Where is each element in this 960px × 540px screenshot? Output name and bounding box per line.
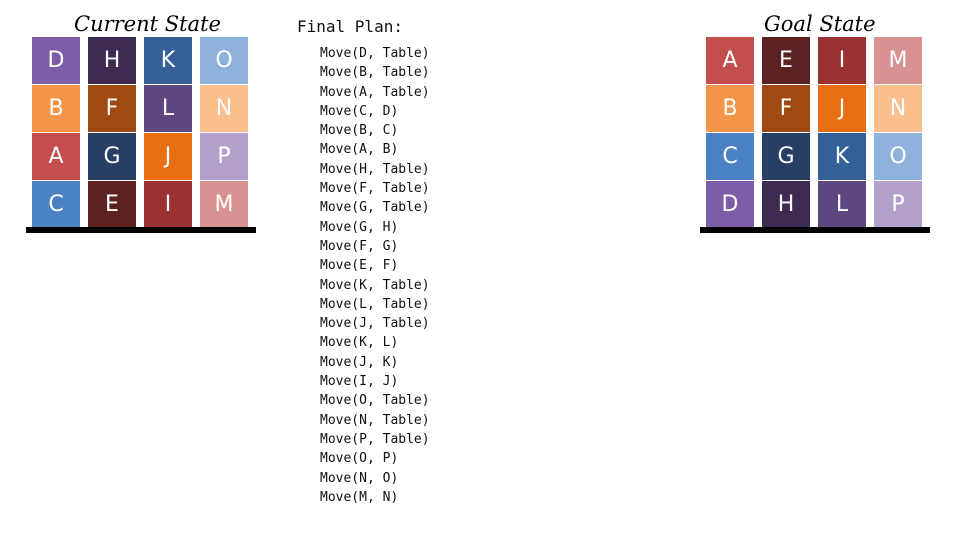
goal-block: P — [874, 181, 922, 228]
current-state-table — [26, 227, 256, 233]
plan-step: Move(P, Table) — [320, 431, 430, 447]
current-state-stacks: DBACHFGEKLJIONPM — [32, 37, 248, 229]
plan-step: Move(A, B) — [320, 142, 399, 158]
plan-step: Move(J, Table) — [320, 316, 430, 332]
current-stack-2: HFGE — [88, 37, 136, 229]
plan-step: Move(L, Table) — [320, 296, 430, 312]
plan-step: Move(N, Table) — [320, 412, 430, 428]
goal-block: D — [706, 181, 754, 228]
goal-block: E — [762, 37, 810, 84]
current-block: F — [88, 85, 136, 132]
goal-stack-1: ABCD — [706, 37, 754, 229]
goal-block: G — [762, 133, 810, 180]
goal-block: K — [818, 133, 866, 180]
current-block: P — [200, 133, 248, 180]
current-block: N — [200, 85, 248, 132]
plan-step: Move(H, Table) — [320, 161, 430, 177]
current-block: H — [88, 37, 136, 84]
current-block: C — [32, 181, 80, 228]
current-block: J — [144, 133, 192, 180]
plan-step: Move(I, J) — [320, 374, 399, 390]
plan-step: Move(C, D) — [320, 103, 399, 119]
current-block: B — [32, 85, 80, 132]
plan-step: Move(K, L) — [320, 335, 399, 351]
goal-block: O — [874, 133, 922, 180]
goal-block: N — [874, 85, 922, 132]
plan-step: Move(F, Table) — [320, 181, 430, 197]
current-stack-3: KLJI — [144, 37, 192, 229]
goal-block: L — [818, 181, 866, 228]
plan-step: Move(A, Table) — [320, 84, 430, 100]
current-stack-4: ONPM — [200, 37, 248, 229]
current-block: M — [200, 181, 248, 228]
plan-step: Move(F, G) — [320, 238, 399, 254]
plan-step: Move(O, P) — [320, 451, 399, 467]
plan-step: Move(B, Table) — [320, 65, 430, 81]
goal-block: B — [706, 85, 754, 132]
plan-step: Move(J, K) — [320, 354, 399, 370]
plan-step: Move(M, N) — [320, 489, 399, 505]
plan-step: Move(D, Table) — [320, 46, 430, 61]
current-stack-1: DBAC — [32, 37, 80, 229]
current-block: K — [144, 37, 192, 84]
goal-state-title: Goal State — [764, 12, 876, 36]
current-block: G — [88, 133, 136, 180]
goal-state-stacks: ABCDEFGHIJKLMNOP — [706, 37, 922, 229]
current-block: O — [200, 37, 248, 84]
current-block: L — [144, 85, 192, 132]
goal-block: H — [762, 181, 810, 228]
goal-stack-2: EFGH — [762, 37, 810, 229]
goal-block: C — [706, 133, 754, 180]
current-block: D — [32, 37, 80, 84]
plan-step: Move(G, H) — [320, 219, 399, 235]
goal-block: A — [706, 37, 754, 84]
current-block: I — [144, 181, 192, 228]
goal-block: M — [874, 37, 922, 84]
current-state-title: Current State — [74, 12, 221, 36]
current-block: A — [32, 133, 80, 180]
plan-step: Move(K, Table) — [320, 277, 430, 293]
goal-block: I — [818, 37, 866, 84]
plan-step: Move(B, C) — [320, 123, 399, 139]
plan-step: Move(N, O) — [320, 470, 399, 486]
goal-block: J — [818, 85, 866, 132]
plan-step: Move(E, F) — [320, 258, 399, 274]
plan-title: Final Plan: — [297, 17, 403, 36]
plan-step: Move(G, Table) — [320, 200, 430, 216]
current-block: E — [88, 181, 136, 228]
goal-state-table — [700, 227, 930, 233]
goal-block: F — [762, 85, 810, 132]
goal-stack-4: MNOP — [874, 37, 922, 229]
plan-step: Move(O, Table) — [320, 393, 430, 409]
plan-steps-list: Move(D, Table) Move(B, Table) Move(A, Tabl… — [320, 44, 430, 507]
goal-stack-3: IJKL — [818, 37, 866, 229]
